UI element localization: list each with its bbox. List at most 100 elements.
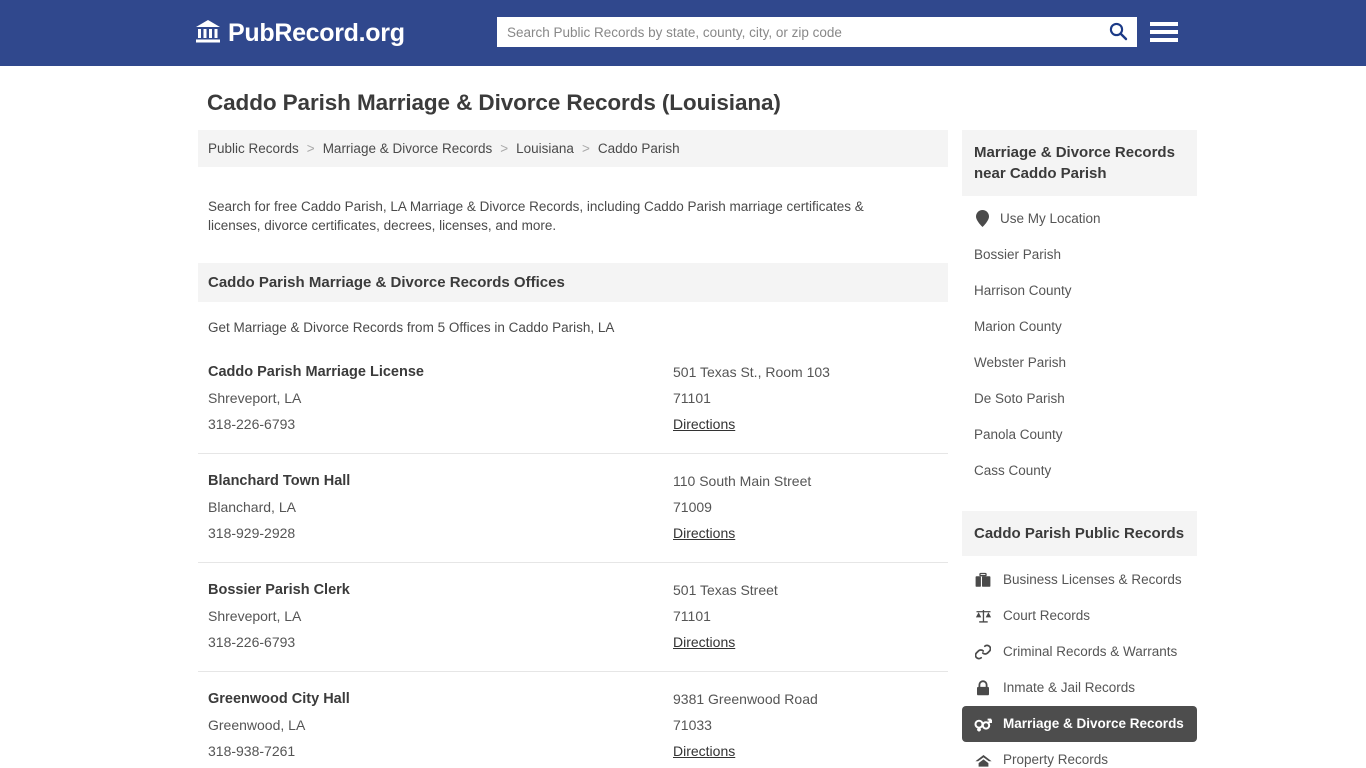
office-city: Greenwood, LA: [208, 716, 306, 733]
nearby-record-link[interactable]: Bossier Parish: [962, 237, 1197, 273]
public-record-link[interactable]: Court Records: [962, 598, 1197, 634]
breadcrumb: Public Records > Marriage & Divorce Record…: [198, 130, 948, 167]
nearby-record-link[interactable]: Cass County: [962, 453, 1197, 489]
public-record-link[interactable]: Marriage & Divorce Records: [962, 706, 1197, 742]
handcuffs-icon: [974, 644, 992, 660]
office-city: Shreveport, LA: [208, 389, 302, 406]
office-phone: 318-938-7261: [208, 742, 296, 759]
briefcase-icon: [974, 572, 992, 588]
office-zip: 71101: [673, 607, 711, 624]
office-row: Blanchard Town Hall Blanchard, LA 318-929-…: [198, 454, 948, 563]
site-header: PubRecord.org: [0, 0, 1366, 66]
office-right-column: 9381 Greenwood Road 71033 Directions: [673, 686, 938, 764]
main-column: Public Records > Marriage & Divorce Record…: [198, 130, 948, 768]
office-row: Caddo Parish Marriage License Shreveport,…: [198, 345, 948, 454]
hamburger-menu-icon: [1150, 38, 1178, 42]
nearby-record-label: Harrison County: [974, 283, 1072, 298]
content-container: Caddo Parish Marriage & Divorce Records …: [198, 90, 1197, 768]
breadcrumb-item[interactable]: Marriage & Divorce Records: [323, 141, 493, 156]
nearby-record-label: Panola County: [974, 427, 1063, 442]
bank-building-icon: [195, 19, 221, 48]
office-left-column: Bossier Parish Clerk Shreveport, LA 318-22…: [208, 577, 673, 655]
public-record-label: Court Records: [1003, 608, 1091, 623]
nearby-record-link[interactable]: De Soto Parish: [962, 381, 1197, 417]
offices-section-heading: Caddo Parish Marriage & Divorce Records …: [198, 262, 948, 302]
page-body: Caddo Parish Marriage & Divorce Records …: [0, 90, 1366, 768]
search-bar: [497, 17, 1137, 47]
lock-icon: [974, 680, 992, 696]
office-name: Blanchard Town Hall: [208, 472, 351, 489]
hamburger-menu-button[interactable]: [1150, 18, 1178, 46]
public-record-link[interactable]: Property Records: [962, 742, 1197, 768]
directions-link[interactable]: Directions: [673, 411, 735, 437]
office-left-column: Greenwood City Hall Greenwood, LA 318-938-…: [208, 686, 673, 764]
breadcrumb-item[interactable]: Caddo Parish: [598, 141, 680, 156]
map-pin-icon: [974, 210, 991, 227]
nearby-record-label: Use My Location: [1000, 210, 1101, 226]
public-record-link[interactable]: Business Licenses & Records: [962, 562, 1197, 598]
nearby-records-heading: Marriage & Divorce Records near Caddo Pa…: [962, 130, 1197, 196]
nearby-records-list: Use My Location Bossier Parish Harrison Co…: [962, 196, 1197, 489]
directions-link[interactable]: Directions: [673, 520, 735, 546]
search-button[interactable]: [1099, 17, 1137, 47]
office-zip: 71009: [673, 498, 712, 515]
two-column-layout: Public Records > Marriage & Divorce Record…: [198, 130, 1197, 768]
public-record-label: Marriage & Divorce Records: [1003, 716, 1184, 731]
page-title: Caddo Parish Marriage & Divorce Records …: [207, 90, 781, 115]
office-phone: 318-226-6793: [208, 415, 296, 432]
breadcrumb-separator: >: [581, 141, 590, 156]
public-record-link[interactable]: Inmate & Jail Records: [962, 670, 1197, 706]
office-left-column: Blanchard Town Hall Blanchard, LA 318-929-…: [208, 468, 673, 546]
nearby-record-link[interactable]: Use My Location: [962, 200, 1197, 237]
office-row: Bossier Parish Clerk Shreveport, LA 318-22…: [198, 563, 948, 672]
nearby-record-label: De Soto Parish: [974, 391, 1065, 406]
hamburger-menu-icon: [1150, 22, 1178, 26]
office-row: Greenwood City Hall Greenwood, LA 318-938-…: [198, 672, 948, 768]
public-record-label: Business Licenses & Records: [1003, 572, 1182, 587]
search-input[interactable]: [497, 18, 1099, 46]
office-address: 501 Texas Street: [673, 581, 778, 598]
office-name: Bossier Parish Clerk: [208, 581, 350, 598]
nearby-record-label: Cass County: [974, 463, 1052, 478]
breadcrumb-item[interactable]: Louisiana: [516, 141, 574, 156]
public-records-list: Business Licenses & Records Court Records…: [962, 556, 1197, 768]
nearby-record-link[interactable]: Panola County: [962, 417, 1197, 453]
office-address: 9381 Greenwood Road: [673, 690, 818, 707]
office-address: 501 Texas St., Room 103: [673, 363, 830, 380]
brand-logo-link[interactable]: PubRecord.org: [195, 19, 405, 48]
office-right-column: 110 South Main Street 71009 Directions: [673, 468, 938, 546]
office-right-column: 501 Texas St., Room 103 71101 Directions: [673, 359, 938, 437]
sidebar: Marriage & Divorce Records near Caddo Pa…: [962, 130, 1197, 768]
breadcrumb-separator: >: [500, 141, 509, 156]
public-record-link[interactable]: Criminal Records & Warrants: [962, 634, 1197, 670]
search-icon: [1108, 21, 1128, 44]
public-record-label: Inmate & Jail Records: [1003, 680, 1136, 695]
office-city: Blanchard, LA: [208, 498, 296, 515]
brand-name: PubRecord.org: [228, 18, 405, 47]
page-intro-text: Search for free Caddo Parish, LA Marriag…: [208, 198, 864, 233]
directions-link[interactable]: Directions: [673, 738, 735, 764]
breadcrumb-item[interactable]: Public Records: [208, 141, 299, 156]
office-name: Greenwood City Hall: [208, 690, 350, 707]
nearby-record-link[interactable]: Harrison County: [962, 273, 1197, 309]
nearby-record-label: Bossier Parish: [974, 247, 1062, 262]
scales-of-justice-icon: [974, 608, 992, 624]
office-zip: 71101: [673, 389, 711, 406]
gender-symbols-icon: [974, 716, 992, 732]
directions-link[interactable]: Directions: [673, 629, 735, 655]
office-name: Caddo Parish Marriage License: [208, 363, 424, 380]
public-record-label: Property Records: [1003, 752, 1109, 767]
office-phone: 318-226-6793: [208, 633, 296, 650]
nearby-record-link[interactable]: Marion County: [962, 309, 1197, 345]
offices-list: Caddo Parish Marriage License Shreveport,…: [198, 345, 948, 768]
office-address: 110 South Main Street: [673, 472, 812, 489]
public-records-heading: Caddo Parish Public Records: [962, 511, 1197, 556]
office-right-column: 501 Texas Street 71101 Directions: [673, 577, 938, 655]
offices-section-subheading: Get Marriage & Divorce Records from 5 Of…: [208, 319, 615, 335]
public-record-label: Criminal Records & Warrants: [1003, 644, 1178, 659]
nearby-record-label: Webster Parish: [974, 355, 1067, 370]
office-zip: 71033: [673, 716, 712, 733]
nearby-record-link[interactable]: Webster Parish: [962, 345, 1197, 381]
office-city: Shreveport, LA: [208, 607, 302, 624]
breadcrumb-separator: >: [306, 141, 315, 156]
